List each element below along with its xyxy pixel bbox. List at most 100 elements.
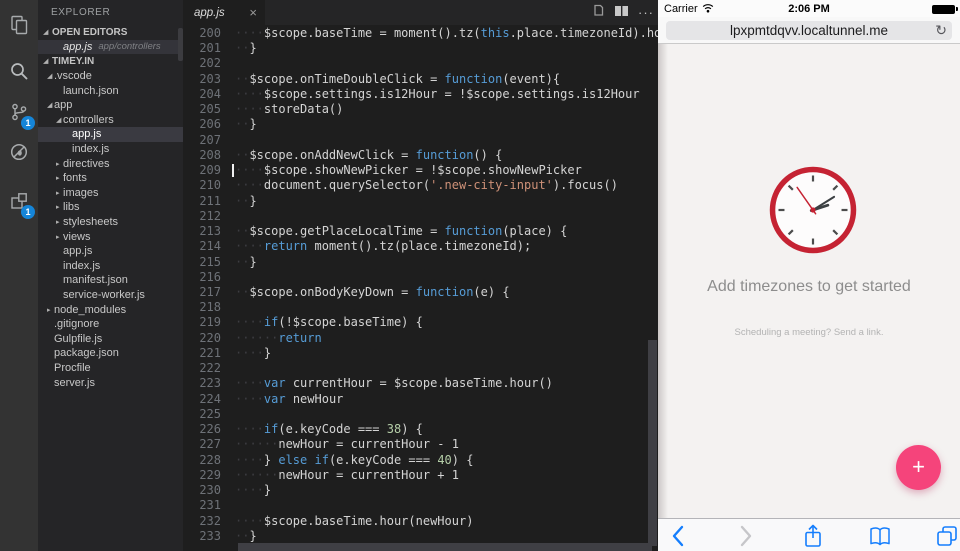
tree-item-views[interactable]: ▸views [38,229,183,244]
code-line-211[interactable]: 211··} [183,194,658,209]
code-line-213[interactable]: 213··$scope.getPlaceLocalTime = function… [183,224,658,239]
tree-item-app-js[interactable]: app.js [38,244,183,259]
code-token: newHour = currentHour + 1 [278,468,459,482]
code-line-218[interactable]: 218 [183,300,658,315]
tree-item-server-js[interactable]: server.js [38,375,183,390]
tree-item--vscode[interactable]: ◢.vscode [38,69,183,84]
code-line-220[interactable]: 220······return [183,331,658,346]
tree-item-label: index.js [63,260,100,272]
code-token: function [416,148,474,162]
code-line-207[interactable]: 207 [183,133,658,148]
tree-item-fonts[interactable]: ▸fonts [38,171,183,186]
line-number: 222 [183,361,221,376]
code-line-228[interactable]: 228····} else if(e.keyCode === 40) { [183,453,658,468]
editor-horizontal-scrollbar[interactable] [238,543,652,551]
code-line-212[interactable]: 212 [183,209,658,224]
code-line-217[interactable]: 217··$scope.onBodyKeyDown = function(e) … [183,285,658,300]
address-field[interactable]: lpxpmtdqvv.localtunnel.me ↻ [666,21,952,40]
tree-item-service-worker-js[interactable]: service-worker.js [38,288,183,303]
code-line-223[interactable]: 223····var currentHour = $scope.baseTime… [183,376,658,391]
code-line-227[interactable]: 227······newHour = currentHour - 1 [183,437,658,452]
tree-item-stylesheets[interactable]: ▸stylesheets [38,215,183,230]
tree-item-manifest-json[interactable]: manifest.json [38,273,183,288]
code-line-226[interactable]: 226····if(e.keyCode === 38) { [183,422,658,437]
code-token: var [264,392,286,406]
tree-item-app-js[interactable]: app.js [38,127,183,142]
code-token: moment().tz(place.timezoneId); [307,239,531,253]
code-token: $scope.onTimeDoubleClick = [249,72,444,86]
tree-item-controllers[interactable]: ◢controllers [38,113,183,128]
tree-item-images[interactable]: ▸images [38,186,183,201]
line-number: 220 [183,331,221,346]
back-button[interactable] [664,522,692,550]
code-line-229[interactable]: 229······newHour = currentHour + 1 [183,468,658,483]
tabs-button[interactable] [933,522,960,550]
tab-appjs[interactable]: app.js × [183,0,265,25]
indent-whitespace: ·· [235,148,249,162]
code-line-206[interactable]: 206··} [183,117,658,132]
split-editor-icon[interactable] [614,4,629,22]
more-actions-icon[interactable]: ··· [638,8,654,18]
code-line-222[interactable]: 222 [183,361,658,376]
line-number: 219 [183,315,221,330]
screen: 11 EXPLORER ◢OPEN EDITORSapp.jsapp/contr… [0,0,960,551]
code-line-208[interactable]: 208··$scope.onAddNewClick = function() { [183,148,658,163]
code-area[interactable]: 200····$scope.baseTime = moment().tz(thi… [183,26,658,544]
code-line-203[interactable]: 203··$scope.onTimeDoubleClick = function… [183,72,658,87]
tree-item-index-js[interactable]: index.js [38,142,183,157]
tree-item-launch-json[interactable]: launch.json [38,83,183,98]
editor-vertical-scrollbar[interactable] [648,340,657,546]
section-open-editors[interactable]: ◢OPEN EDITORS [38,25,183,40]
add-timezone-fab[interactable]: + [896,445,941,490]
code-line-233[interactable]: 233··} [183,529,658,544]
open-preview-icon[interactable] [592,3,605,22]
tree-item-node-modules[interactable]: ▸node_modules [38,302,183,317]
code-token: } [264,346,271,360]
tree-item-directives[interactable]: ▸directives [38,156,183,171]
open-editor-appjs[interactable]: app.jsapp/controllers [38,40,183,55]
code-token: $scope.onBodyKeyDown = [249,285,415,299]
code-line-232[interactable]: 232····$scope.baseTime.hour(newHour) [183,514,658,529]
code-line-216[interactable]: 216 [183,270,658,285]
activity-source-control-icon[interactable]: 1 [0,97,38,127]
line-number: 208 [183,148,221,163]
code-line-210[interactable]: 210····document.querySelector('.new-city… [183,178,658,193]
indent-whitespace: ···· [235,422,264,436]
tree-item--gitignore[interactable]: .gitignore [38,317,183,332]
code-line-204[interactable]: 204····$scope.settings.is12Hour = !$scop… [183,87,658,102]
forward-button[interactable] [732,522,760,550]
reload-icon[interactable]: ↻ [935,21,947,40]
tree-item-gulpfile-js[interactable]: Gulpfile.js [38,331,183,346]
code-line-221[interactable]: 221····} [183,346,658,361]
code-line-200[interactable]: 200····$scope.baseTime = moment().tz(thi… [183,26,658,41]
activity-explorer-icon[interactable] [0,10,38,40]
code-line-205[interactable]: 205····storeData() [183,102,658,117]
tab-close-icon[interactable]: × [249,5,257,20]
explorer-sidebar: EXPLORER ◢OPEN EDITORSapp.jsapp/controll… [38,0,183,551]
activity-extensions-icon[interactable]: 1 [0,186,38,216]
code-line-224[interactable]: 224····var newHour [183,392,658,407]
code-token: ) { [452,453,474,467]
code-line-202[interactable]: 202 [183,56,658,71]
tab-label: app.js [194,7,249,19]
activity-debug-icon[interactable] [0,137,38,167]
share-button[interactable] [799,522,827,550]
code-line-209[interactable]: 209····$scope.showNewPicker = !$scope.sh… [183,163,658,178]
code-line-201[interactable]: 201··} [183,41,658,56]
code-line-215[interactable]: 215··} [183,255,658,270]
code-line-231[interactable]: 231 [183,498,658,513]
tree-item-libs[interactable]: ▸libs [38,200,183,215]
code-line-225[interactable]: 225 [183,407,658,422]
code-line-219[interactable]: 219····if(!$scope.baseTime) { [183,315,658,330]
tree-item-label: service-worker.js [63,289,145,301]
code-line-214[interactable]: 214····return moment().tz(place.timezone… [183,239,658,254]
tree-item-package-json[interactable]: package.json [38,346,183,361]
section-workspace[interactable]: ◢TIMEY.IN [38,54,183,69]
activity-search-icon[interactable] [0,56,38,86]
tree-item-app[interactable]: ◢app [38,98,183,113]
code-token: } [249,194,256,208]
bookmarks-button[interactable] [866,522,894,550]
tree-item-index-js[interactable]: index.js [38,259,183,274]
code-line-230[interactable]: 230····} [183,483,658,498]
tree-item-procfile[interactable]: Procfile [38,361,183,376]
